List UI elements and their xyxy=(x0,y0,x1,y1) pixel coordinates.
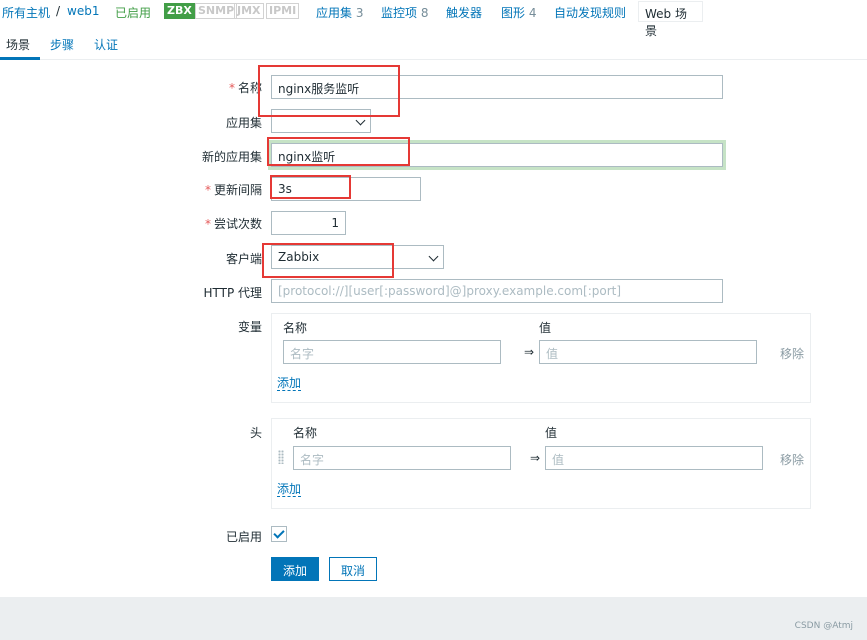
variable-value-input[interactable]: 值 xyxy=(539,340,757,364)
form-tabs: 场景 步骤 认证 xyxy=(0,24,867,60)
breadcrumb-separator: / xyxy=(56,4,61,18)
update-interval-label: * 更新间隔 xyxy=(204,183,262,197)
new-application-input[interactable]: nginx监听 xyxy=(271,143,723,167)
page-footer: CSDN @Atmj xyxy=(0,597,867,640)
tab-authentication[interactable]: 认证 xyxy=(94,36,118,53)
name-input[interactable]: nginx服务监听 xyxy=(271,75,723,99)
nav-triggers[interactable]: 触发器 xyxy=(446,4,482,21)
agent-select[interactable]: Zabbix xyxy=(271,245,444,269)
nav-graphs-count: 4 xyxy=(528,6,537,20)
nav-items-label: 监控项 xyxy=(381,6,418,20)
host-status[interactable]: 已启用 xyxy=(115,4,151,21)
headers-panel: 名称 值 名字 ⇒ 值 移除 添加 xyxy=(271,418,811,509)
add-button[interactable]: 添加 xyxy=(271,557,319,581)
header-name-input[interactable]: 名字 xyxy=(293,446,511,470)
tab-scenario[interactable]: 场景 xyxy=(6,36,30,53)
application-label: 应用集 xyxy=(225,116,262,130)
drag-handle-icon[interactable] xyxy=(278,450,284,464)
arrow-icon: ⇒ xyxy=(530,451,541,465)
nav-discovery-rules[interactable]: 自动发现规则 xyxy=(554,4,626,21)
update-interval-input[interactable]: 3s xyxy=(271,177,421,201)
jmx-availability-badge: JMX xyxy=(234,3,264,19)
nav-applications-count: 3 xyxy=(355,6,364,20)
variables-name-header: 名称 xyxy=(283,321,308,335)
agent-select-value: Zabbix xyxy=(278,250,320,264)
nav-graphs[interactable]: 图形 4 xyxy=(501,4,536,21)
http-proxy-label: HTTP 代理 xyxy=(203,286,262,300)
nav-items-count: 8 xyxy=(420,6,429,20)
header-value-input[interactable]: 值 xyxy=(545,446,763,470)
agent-label: 客户端 xyxy=(225,252,262,266)
variable-remove-button[interactable]: 移除 xyxy=(780,345,804,362)
variables-panel: 名称 值 名字 ⇒ 值 移除 添加 xyxy=(271,313,811,403)
active-tab-indicator xyxy=(0,57,40,60)
header-add-link[interactable]: 添加 xyxy=(277,482,302,497)
chevron-down-icon xyxy=(355,115,366,126)
attempts-label: * 尝试次数 xyxy=(204,217,262,231)
variable-name-input[interactable]: 名字 xyxy=(283,340,501,364)
nav-applications[interactable]: 应用集 3 xyxy=(316,4,363,21)
variable-add-link[interactable]: 添加 xyxy=(277,376,302,391)
nav-items[interactable]: 监控项 8 xyxy=(381,4,428,21)
nav-graphs-label: 图形 xyxy=(501,6,526,20)
arrow-icon: ⇒ xyxy=(524,345,535,359)
cancel-button[interactable]: 取消 xyxy=(329,557,377,581)
attempts-input[interactable]: 1 xyxy=(271,211,346,235)
http-proxy-input[interactable]: [protocol://][user[:password]@]proxy.exa… xyxy=(271,279,723,303)
host-navigation: 所有主机 / web1 已启用 ZBX SNMP JMX IPMI 应用集 3 … xyxy=(0,0,867,38)
variables-value-header: 值 xyxy=(539,321,552,335)
header-remove-button[interactable]: 移除 xyxy=(780,451,804,468)
headers-value-header: 值 xyxy=(545,426,558,440)
ipmi-availability-badge: IPMI xyxy=(266,3,300,19)
application-select[interactable] xyxy=(271,109,371,133)
headers-name-header: 名称 xyxy=(293,426,318,440)
enabled-checkbox[interactable] xyxy=(271,526,287,542)
chevron-down-icon xyxy=(428,251,439,262)
enabled-label: 已启用 xyxy=(225,530,262,544)
new-application-label: 新的应用集 xyxy=(201,150,262,164)
name-label: * 名称 xyxy=(228,81,262,95)
tab-steps[interactable]: 步骤 xyxy=(50,36,74,53)
nav-applications-label: 应用集 xyxy=(316,6,353,20)
breadcrumb-all-hosts[interactable]: 所有主机 xyxy=(2,4,50,21)
snmp-availability-badge: SNMP xyxy=(195,3,238,19)
headers-label: 头 xyxy=(249,426,262,440)
nav-web-scenarios[interactable]: Web 场景 xyxy=(638,1,703,38)
watermark: CSDN @Atmj xyxy=(794,621,853,631)
breadcrumb-host[interactable]: web1 xyxy=(67,4,99,18)
zbx-availability-badge: ZBX xyxy=(164,3,195,19)
variables-label: 变量 xyxy=(237,320,262,334)
